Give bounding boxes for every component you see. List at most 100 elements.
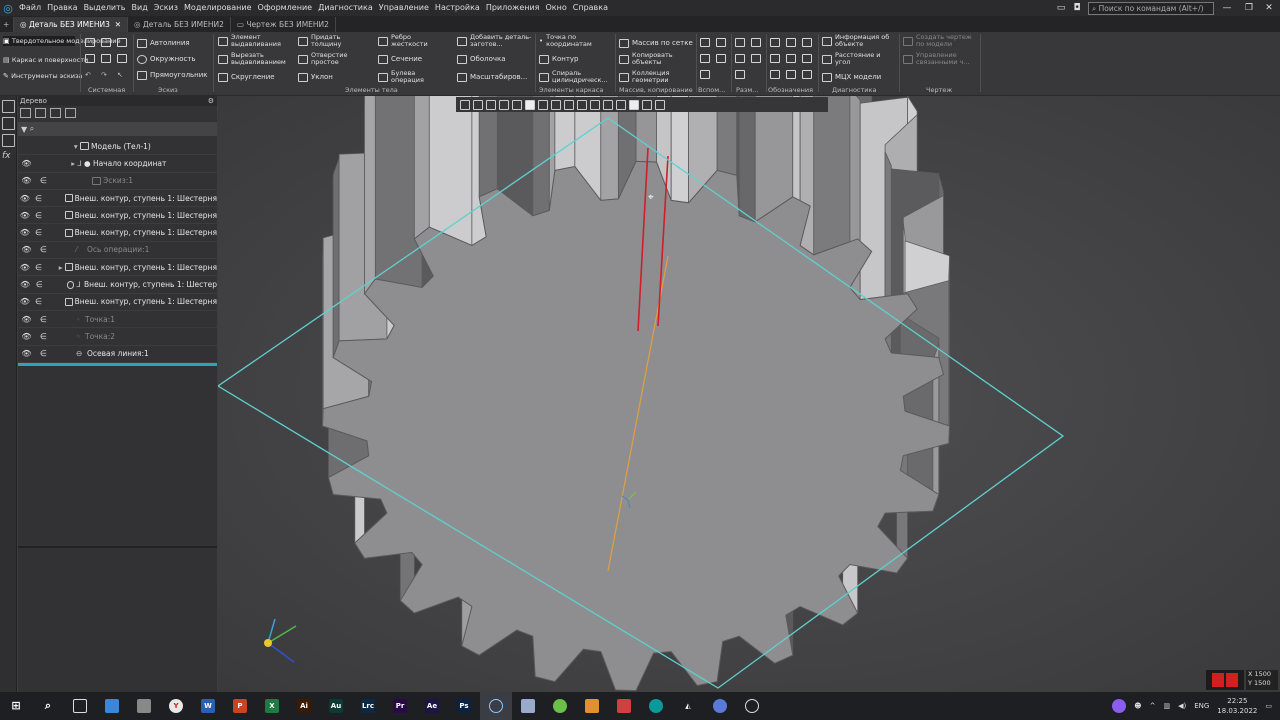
copy-view-icon[interactable]: [616, 99, 626, 110]
eye-icon[interactable]: 👁: [18, 194, 32, 203]
radius-dim-icon[interactable]: [735, 54, 745, 63]
expand-icon[interactable]: ▸ ⅃: [52, 159, 84, 168]
menu-applications[interactable]: Приложения: [483, 0, 543, 16]
extrude-button[interactable]: Элемент выдавливания: [218, 34, 293, 48]
section-view-icon[interactable]: [460, 99, 470, 110]
tree-grid-icon[interactable]: [65, 108, 76, 118]
fillet-button[interactable]: Скругление: [218, 72, 275, 82]
taskbar-app-unity[interactable]: ◭: [672, 692, 704, 720]
diameter-dim-icon[interactable]: [751, 54, 761, 63]
taskbar-app-kompas[interactable]: [480, 692, 512, 720]
tree-structure-icon[interactable]: [20, 108, 31, 118]
camera-icon[interactable]: ◘: [1066, 0, 1088, 16]
orientation-icon[interactable]: [512, 99, 522, 110]
taskbar-app-other[interactable]: [512, 692, 544, 720]
weld-icon[interactable]: [786, 70, 796, 79]
position-icon[interactable]: [786, 54, 796, 63]
tree-row-axis[interactable]: 👁 ∈ ⁄ Ось операции:1: [18, 242, 217, 260]
pencil-icon[interactable]: [655, 99, 665, 110]
taskbar-app-illustrator[interactable]: Ai: [288, 692, 320, 720]
eye-icon[interactable]: 👁: [18, 315, 35, 324]
assistant-icon[interactable]: [1112, 699, 1127, 713]
taskbar-app-powerpoint[interactable]: P: [224, 692, 256, 720]
hide-icon[interactable]: [551, 99, 561, 110]
restore-button[interactable]: ❐: [1238, 0, 1260, 16]
table-icon[interactable]: [117, 54, 127, 63]
eye-icon[interactable]: 👁: [18, 280, 32, 289]
menu-design[interactable]: Оформление: [255, 0, 316, 16]
menu-modeling[interactable]: Моделирование: [181, 0, 255, 16]
rib-button[interactable]: Ребро жесткости: [378, 34, 435, 48]
undo-icon[interactable]: ↶: [85, 70, 91, 80]
tree-panel-icon[interactable]: [2, 100, 15, 113]
tab-part-3[interactable]: ◎ Деталь БЕЗ ИМЕНИ3 ✕: [14, 17, 128, 32]
taskbar-app-orange[interactable]: [576, 692, 608, 720]
menu-select[interactable]: Выделить: [81, 0, 129, 16]
create-drawing-button[interactable]: Создать чертеж по модели: [903, 34, 978, 48]
geometry-collection-button[interactable]: Коллекция геометрии: [619, 70, 682, 84]
taskbar-app-record[interactable]: [736, 692, 768, 720]
scale-button[interactable]: Масштабиров...: [457, 72, 527, 82]
linked-drawings-button[interactable]: Управление связанными ч...: [903, 52, 978, 66]
layers-icon[interactable]: [2, 117, 15, 130]
menu-help[interactable]: Справка: [570, 0, 611, 16]
taskbar-app-photoshop[interactable]: Ps: [448, 692, 480, 720]
distance-angle-button[interactable]: Расстояние и угол: [822, 52, 897, 66]
save-icon[interactable]: [117, 38, 127, 47]
tree-row-gear-6[interactable]: 👁 ∈ Внеш. контур, ступень 1: Шестерня: [18, 294, 217, 311]
taskbar-app-green[interactable]: [544, 692, 576, 720]
angle-dim-icon[interactable]: [751, 38, 761, 47]
rectangle-button[interactable]: Прямоугольник: [137, 70, 208, 80]
tree-row-gear-1[interactable]: 👁 ∈ Внеш. контур, ступень 1: Шестерня: [18, 190, 217, 208]
tree-row-gear-3[interactable]: 👁 ∈ Внеш. контур, ступень 1: Шестерня: [18, 224, 217, 242]
text-icon[interactable]: [802, 70, 812, 79]
section-button[interactable]: Сечение: [378, 54, 422, 64]
contour-button[interactable]: Контур: [539, 54, 579, 64]
taskbar-app-chrome[interactable]: [704, 692, 736, 720]
menu-view[interactable]: Вид: [129, 0, 151, 16]
close-button[interactable]: ✕: [1258, 0, 1280, 16]
tree-row-point-1[interactable]: 👁 ∈ ◦ Точка:1: [18, 311, 217, 329]
list-icon[interactable]: [2, 134, 15, 147]
tree-row-gear-5[interactable]: 👁 ∈ ⅃ Внеш. контур, ступень 1: Шестер: [18, 276, 217, 294]
filter-icon[interactable]: [629, 99, 639, 110]
cut-extrude-button[interactable]: Вырезать выдавливанием: [218, 52, 293, 66]
model-canvas[interactable]: ⌖: [218, 96, 1280, 692]
tree-search-bar[interactable]: ▼ ⌕: [18, 122, 217, 136]
minimize-button[interactable]: —: [1216, 0, 1238, 16]
tree-settings-icon[interactable]: ⚙: [208, 96, 214, 106]
object-info-button[interactable]: Информация об объекте: [822, 34, 897, 48]
filter-icon[interactable]: ▼: [21, 125, 30, 134]
eye-icon[interactable]: 👁: [18, 211, 32, 220]
eye-icon[interactable]: 👁: [18, 176, 35, 185]
taskbar-app-premiere[interactable]: Pr: [384, 692, 416, 720]
autoline-button[interactable]: Автолиния: [137, 38, 190, 48]
circle-button[interactable]: Окружность: [137, 54, 196, 64]
eye-icon[interactable]: 👁: [18, 332, 35, 341]
taskbar-app-red[interactable]: [608, 692, 640, 720]
copy-objects-button[interactable]: Копировать объекты: [619, 52, 682, 66]
snap-icon[interactable]: [642, 99, 652, 110]
taskbar-app-after-effects[interactable]: Ae: [416, 692, 448, 720]
tab-part-2[interactable]: ◎ Деталь БЕЗ ИМЕНИ2: [128, 17, 231, 32]
mark-icon[interactable]: [802, 54, 812, 63]
tree-row-model[interactable]: ▾ Модель (Тел-1): [18, 138, 217, 156]
mode-sketch-tools[interactable]: ✎ Инструменты эскиза: [3, 71, 82, 81]
taskbar-search-button[interactable]: ⌕: [32, 692, 64, 720]
eye-icon[interactable]: 👁: [18, 349, 35, 358]
eye-icon[interactable]: 👁: [18, 245, 35, 254]
cursor-icon[interactable]: ↖: [117, 70, 123, 80]
mode-solid-modeling[interactable]: ▣ Твердотельное моделирование: [3, 36, 120, 46]
eye-icon[interactable]: 👁: [18, 297, 32, 306]
taskbar-app-lrc[interactable]: Lrc: [352, 692, 384, 720]
menu-edit[interactable]: Правка: [44, 0, 80, 16]
aux-axis-icon[interactable]: [716, 38, 726, 47]
shaded-cube-icon[interactable]: [525, 99, 535, 110]
boolean-button[interactable]: Булева операция: [378, 70, 435, 84]
eye-icon[interactable]: 👁: [18, 159, 35, 168]
panel-separator[interactable]: [18, 546, 217, 548]
tree-row-sketch[interactable]: 👁 ∈ Эскиз:1: [18, 173, 217, 190]
notifications-icon[interactable]: ▭: [1265, 702, 1272, 710]
thicken-button[interactable]: Придать толщину: [298, 34, 355, 48]
layers-icon[interactable]: [603, 99, 613, 110]
